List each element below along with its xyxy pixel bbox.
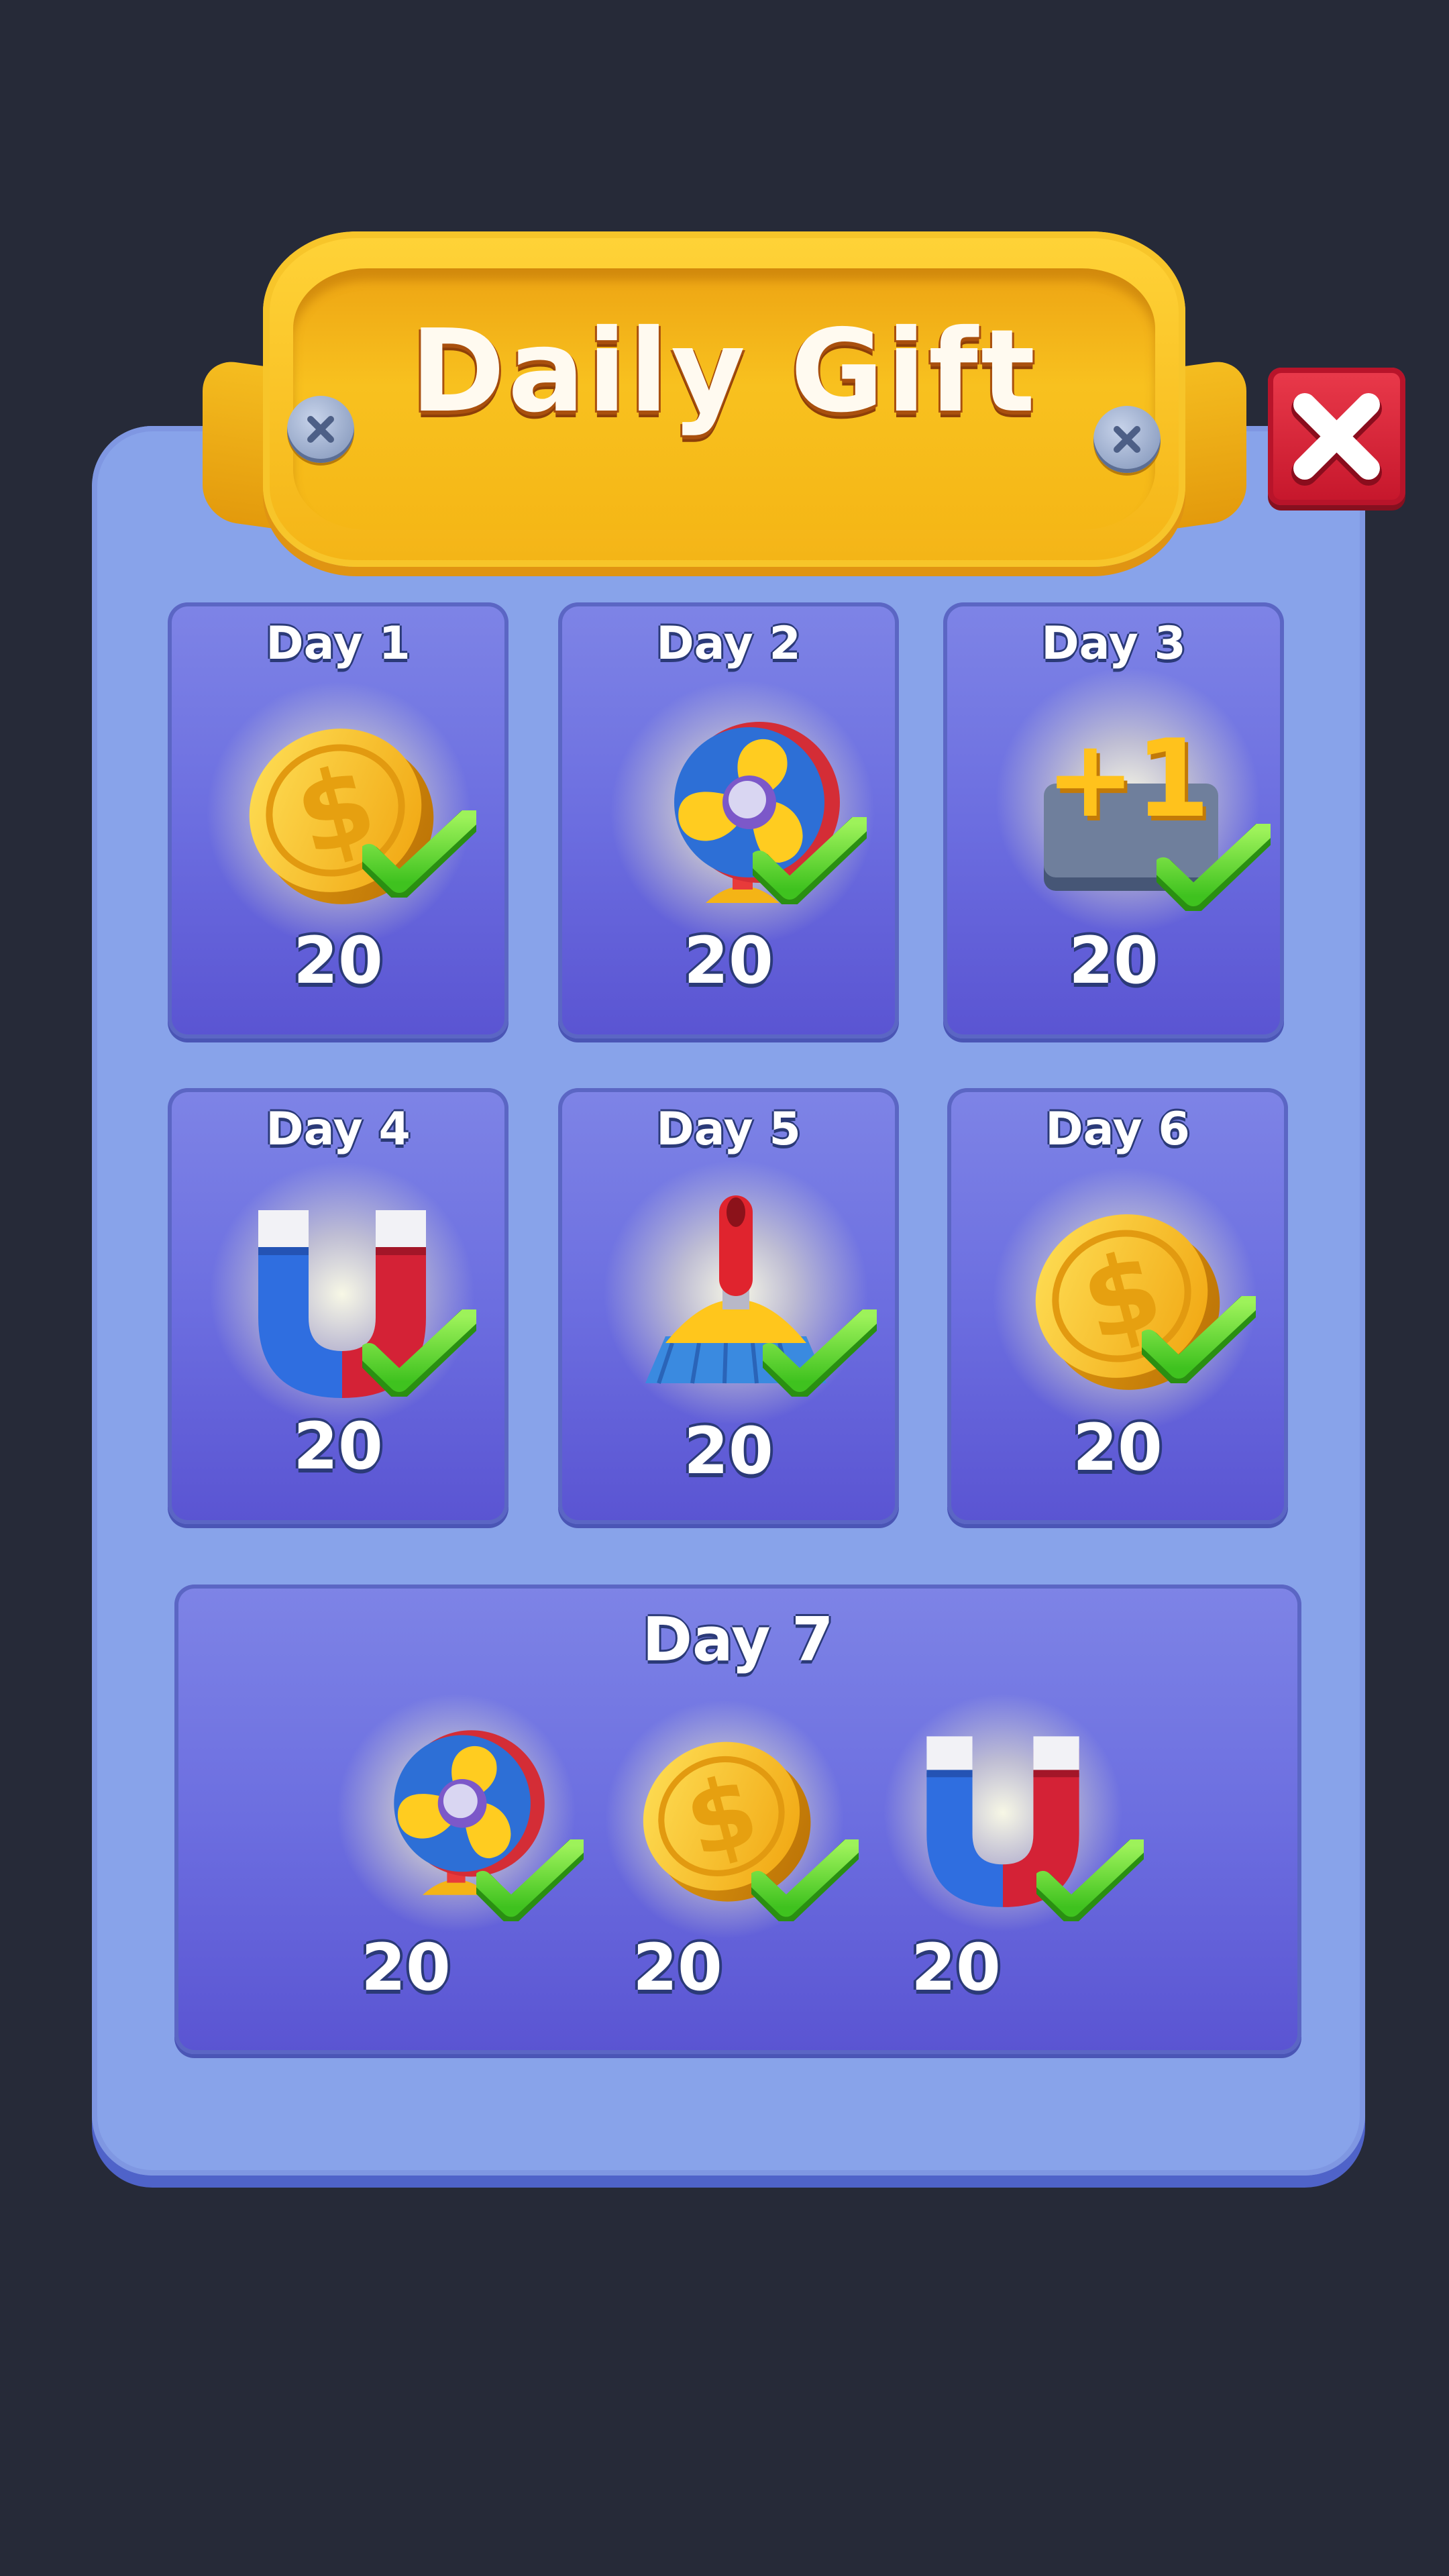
day-card-6[interactable]: Day 6 20 — [947, 1088, 1288, 1524]
page-title: Daily Gift — [410, 305, 1038, 438]
reward-amount: 20 — [293, 1409, 383, 1484]
day-card-1[interactable]: Day 1 20 — [168, 602, 508, 1038]
day-card-2[interactable]: Day 2 20 — [558, 602, 899, 1038]
close-button[interactable] — [1268, 368, 1405, 505]
day-card-3[interactable]: Day 3 20 — [943, 602, 1284, 1038]
check-icon — [751, 1839, 859, 1921]
check-icon — [362, 1309, 476, 1397]
reward-amount: 20 — [1073, 1410, 1163, 1485]
check-icon — [1036, 1839, 1144, 1921]
check-icon — [1142, 1296, 1256, 1383]
close-x-icon — [1291, 393, 1382, 486]
day-label: Day 1 — [266, 617, 411, 670]
day-label: Day 6 — [1045, 1103, 1190, 1156]
reward-amount: 20 — [633, 1930, 722, 2005]
day-label: Day 2 — [656, 617, 801, 670]
screw-icon — [1093, 406, 1161, 473]
screw-icon — [287, 396, 354, 463]
day-label: Day 3 — [1041, 617, 1186, 670]
reward-amount: 20 — [293, 923, 383, 998]
reward-amount: 20 — [684, 923, 773, 998]
day-label: Day 5 — [656, 1103, 801, 1156]
check-icon — [763, 1309, 877, 1397]
day-label: Day 7 — [642, 1605, 834, 1675]
day-label: Day 4 — [266, 1103, 411, 1156]
check-icon — [753, 817, 867, 904]
day-card-7[interactable]: Day 7 20 20 20 — [174, 1585, 1301, 2054]
day-card-4[interactable]: Day 4 20 — [168, 1088, 508, 1524]
reward-amount: 20 — [361, 1930, 451, 2005]
check-icon — [1157, 824, 1271, 911]
day-card-5[interactable]: Day 5 20 — [558, 1088, 899, 1524]
reward-amount: 20 — [1069, 923, 1159, 998]
title-banner: Daily Gift — [263, 231, 1185, 567]
reward-amount: 20 — [911, 1930, 1001, 2005]
check-icon — [362, 810, 476, 898]
check-icon — [476, 1839, 584, 1921]
reward-amount: 20 — [684, 1413, 773, 1489]
